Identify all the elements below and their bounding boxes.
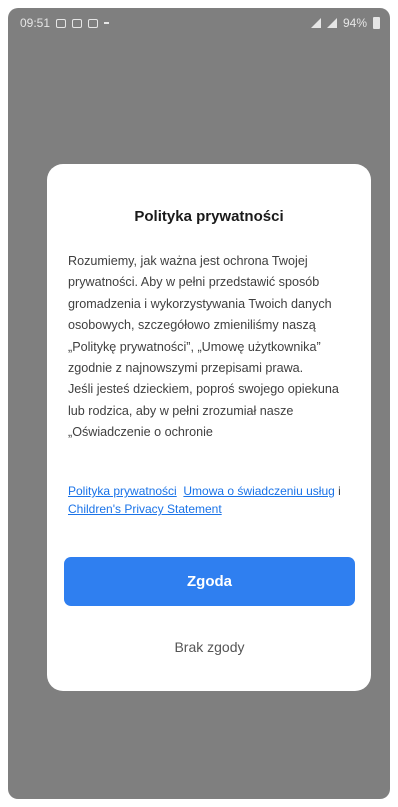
dialog-title: Polityka prywatności [134, 208, 284, 225]
children-privacy-statement-link[interactable]: Children's Privacy Statement [68, 502, 222, 516]
dialog-paragraph-2: Jeśli jesteś dzieckiem, poproś swojego o… [68, 382, 339, 440]
dialog-body-scroll[interactable]: Rozumiemy, jak ważna jest ochrona Twojej… [68, 251, 355, 466]
policy-links: Polityka prywatności Umowa o świadczeniu… [68, 482, 357, 518]
app-notification-icon [88, 18, 99, 28]
signal-icon [326, 18, 337, 28]
battery-icon [373, 17, 380, 29]
disagree-button[interactable]: Brak zgody [64, 627, 355, 667]
service-agreement-link[interactable]: Umowa o świadczeniu usług [183, 484, 334, 498]
status-bar-right: 94% [310, 16, 380, 30]
gallery-notification-icon [56, 18, 67, 28]
status-bar: 09:51 94% [8, 8, 390, 38]
status-bar-left: 09:51 [20, 16, 110, 30]
privacy-policy-link[interactable]: Polityka prywatności [68, 484, 177, 498]
agree-button[interactable]: Zgoda [64, 557, 355, 606]
privacy-policy-dialog: Polityka prywatności Rozumiemy, jak ważn… [47, 164, 371, 691]
more-notifications-icon [104, 22, 110, 24]
status-time: 09:51 [20, 16, 51, 30]
links-separator: i [338, 484, 341, 498]
video-notification-icon [72, 18, 83, 28]
battery-percent: 94% [342, 16, 367, 30]
dialog-paragraph-1: Rozumiemy, jak ważna jest ochrona Twojej… [68, 254, 332, 376]
app-screen: 09:51 94% Polityka prywatności Rozumiemy… [8, 8, 390, 799]
wifi-icon [310, 18, 321, 28]
